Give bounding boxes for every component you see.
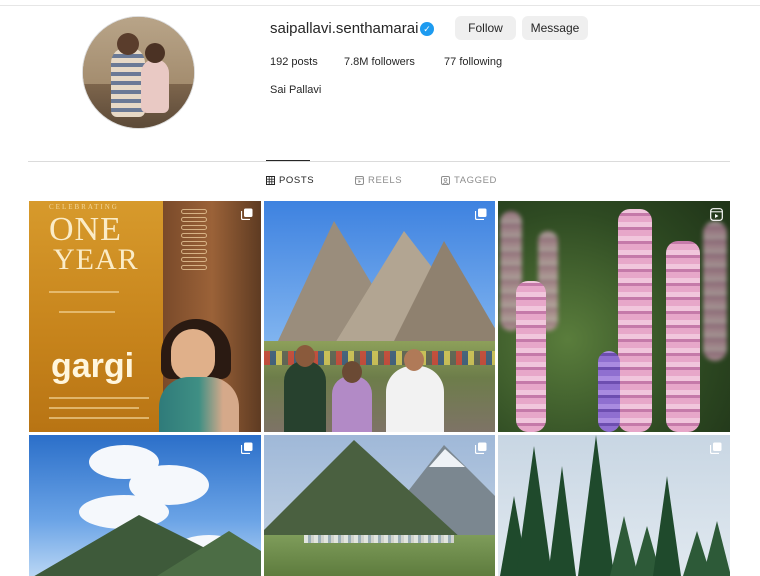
- post-tile-lupine-flowers[interactable]: [498, 201, 730, 432]
- poster-title-text: gargi: [51, 347, 135, 385]
- profile-full-name: Sai Pallavi: [270, 84, 322, 96]
- multi-post-icon: [710, 442, 722, 454]
- top-divider: [0, 5, 760, 6]
- tab-reels[interactable]: REELS: [355, 175, 402, 186]
- tab-posts-label: POSTS: [279, 175, 315, 186]
- reel-icon: [710, 208, 723, 221]
- followers-count[interactable]: 7.8M followers: [344, 56, 415, 68]
- post-tile-gargi-poster[interactable]: CELEBRATING ONE YEAR gargi: [29, 201, 261, 432]
- verified-badge-icon: ✓: [420, 22, 434, 36]
- post-tile-valley-camp[interactable]: [264, 435, 495, 576]
- following-count-value: 77: [444, 56, 457, 68]
- poster-year-text: YEAR: [53, 243, 139, 276]
- festival-laurels: [181, 209, 211, 273]
- posts-count: 192 posts: [270, 56, 318, 68]
- tab-tagged[interactable]: TAGGED: [441, 175, 497, 186]
- post-tile-mountain-crowd[interactable]: [264, 201, 495, 432]
- multi-post-icon: [475, 208, 487, 220]
- following-count[interactable]: 77 following: [444, 56, 502, 68]
- profile-avatar[interactable]: [82, 16, 195, 129]
- tagged-icon: [441, 176, 450, 185]
- post-tile-sky-clouds[interactable]: [29, 435, 261, 576]
- grid-icon: [266, 176, 275, 185]
- active-tab-indicator: [266, 160, 310, 161]
- post-tile-pine-trees[interactable]: [498, 435, 730, 576]
- tab-reels-label: REELS: [368, 175, 403, 186]
- following-count-label: following: [459, 56, 503, 68]
- followers-count-value: 7.8M: [344, 56, 369, 68]
- follow-button[interactable]: Follow: [455, 16, 516, 40]
- posts-count-value: 192: [270, 56, 289, 68]
- posts-count-label: posts: [291, 56, 318, 68]
- multi-post-icon: [241, 208, 253, 220]
- tab-tagged-label: TAGGED: [454, 175, 498, 186]
- poster-celebrating-text: CELEBRATING: [49, 203, 119, 211]
- tab-posts[interactable]: POSTS: [266, 175, 314, 186]
- multi-post-icon: [475, 442, 487, 454]
- reels-icon: [355, 176, 364, 185]
- profile-username: saipallavi.senthamarai: [270, 20, 419, 37]
- tabs-divider: [28, 161, 730, 162]
- message-button[interactable]: Message: [522, 16, 588, 40]
- followers-count-label: followers: [371, 56, 415, 68]
- multi-post-icon: [241, 442, 253, 454]
